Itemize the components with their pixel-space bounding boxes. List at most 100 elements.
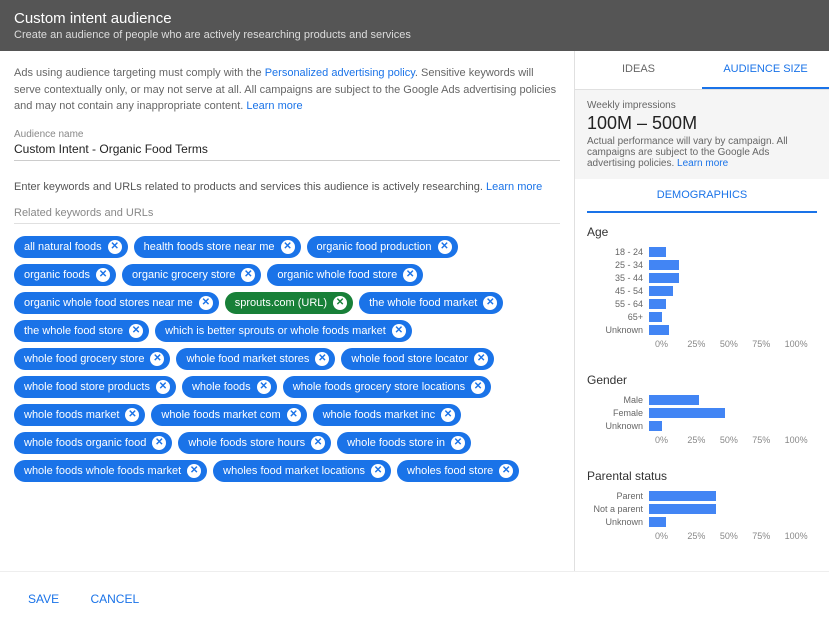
bar-row: 25 - 34 xyxy=(587,260,817,270)
keyword-chip[interactable]: organic whole food stores near me✕ xyxy=(14,292,219,314)
keyword-chip[interactable]: wholes food store ✕ xyxy=(397,460,519,482)
tab-audience-size[interactable]: AUDIENCE SIZE xyxy=(702,51,829,89)
chip-label: the whole food market xyxy=(369,297,477,309)
chart-axis: 0%25%50%75%100% xyxy=(655,435,817,445)
close-icon[interactable]: ✕ xyxy=(108,240,122,254)
close-icon[interactable]: ✕ xyxy=(152,436,166,450)
keyword-chip[interactable]: the whole food market ✕ xyxy=(359,292,503,314)
tab-ideas[interactable]: IDEAS xyxy=(575,51,702,89)
close-icon[interactable]: ✕ xyxy=(311,436,325,450)
close-icon[interactable]: ✕ xyxy=(96,268,110,282)
axis-tick: 100% xyxy=(785,531,817,541)
close-icon[interactable]: ✕ xyxy=(315,352,329,366)
chip-label: organic grocery store xyxy=(132,269,235,281)
close-icon[interactable]: ✕ xyxy=(333,296,347,310)
bar-fill xyxy=(649,517,666,527)
axis-tick: 25% xyxy=(687,435,719,445)
bar-row: 55 - 64 xyxy=(587,299,817,309)
keyword-chip[interactable]: wholes food market locations✕ xyxy=(213,460,391,482)
keyword-chip[interactable]: whole foods✕ xyxy=(182,376,277,398)
keyword-chip[interactable]: whole foods grocery store locations✕ xyxy=(283,376,491,398)
keyword-chip[interactable]: whole foods market inc ✕ xyxy=(313,404,462,426)
bar-label: 35 - 44 xyxy=(587,273,649,283)
close-icon[interactable]: ✕ xyxy=(483,296,497,310)
close-icon[interactable]: ✕ xyxy=(199,296,213,310)
axis-tick: 0% xyxy=(655,339,687,349)
keyword-chip[interactable]: the whole food store✕ xyxy=(14,320,149,342)
axis-tick: 75% xyxy=(752,435,784,445)
bar-fill xyxy=(649,395,699,405)
policy-link[interactable]: Personalized advertising policy xyxy=(265,67,415,79)
close-icon[interactable]: ✕ xyxy=(471,380,485,394)
chip-label: wholes food store xyxy=(407,465,493,477)
audience-name-label: Audience name xyxy=(14,129,560,140)
close-icon[interactable]: ✕ xyxy=(125,408,139,422)
close-icon[interactable]: ✕ xyxy=(156,380,170,394)
related-keywords-label: Related keywords and URLs xyxy=(14,207,560,224)
keyword-chip[interactable]: whole foods whole foods market✕ xyxy=(14,460,207,482)
save-button[interactable]: SAVE xyxy=(14,586,73,612)
close-icon[interactable]: ✕ xyxy=(499,464,513,478)
keyword-chip[interactable]: organic food production✕ xyxy=(307,236,458,258)
keyword-chip[interactable]: whole foods market com✕ xyxy=(151,404,306,426)
chart-section: Age18 - 2425 - 3435 - 4445 - 5455 - 6465… xyxy=(575,213,829,361)
close-icon[interactable]: ✕ xyxy=(281,240,295,254)
bar-label: Female xyxy=(587,408,649,418)
keyword-chip[interactable]: organic grocery store ✕ xyxy=(122,264,261,286)
bar-track xyxy=(649,260,817,270)
learn-more-summary-link[interactable]: Learn more xyxy=(677,158,728,169)
keyword-chip[interactable]: all natural foods✕ xyxy=(14,236,128,258)
close-icon[interactable]: ✕ xyxy=(187,464,201,478)
bar-label: Unknown xyxy=(587,421,649,431)
close-icon[interactable]: ✕ xyxy=(129,324,143,338)
bar-track xyxy=(649,247,817,257)
keywords-instruction: Enter keywords and URLs related to produ… xyxy=(14,181,560,193)
bar-track xyxy=(649,395,817,405)
bar-row: Not a parent xyxy=(587,504,817,514)
keyword-chip[interactable]: organic whole food store✕ xyxy=(267,264,423,286)
close-icon[interactable]: ✕ xyxy=(474,352,488,366)
bar-fill xyxy=(649,504,716,514)
close-icon[interactable]: ✕ xyxy=(438,240,452,254)
close-icon[interactable]: ✕ xyxy=(371,464,385,478)
close-icon[interactable]: ✕ xyxy=(257,380,271,394)
bar-row: Parent xyxy=(587,491,817,501)
close-icon[interactable]: ✕ xyxy=(403,268,417,282)
close-icon[interactable]: ✕ xyxy=(150,352,164,366)
keyword-chip[interactable]: whole foods organic food✕ xyxy=(14,432,172,454)
keyword-chip[interactable]: sprouts.com (URL)✕ xyxy=(225,292,353,314)
bar-fill xyxy=(649,299,666,309)
keyword-chip[interactable]: whole food store locator✕ xyxy=(341,348,494,370)
axis-tick: 100% xyxy=(785,435,817,445)
keyword-chip[interactable]: which is better sprouts or whole foods m… xyxy=(155,320,412,342)
keyword-chip[interactable]: whole food grocery store✕ xyxy=(14,348,170,370)
learn-more-link[interactable]: Learn more xyxy=(246,100,302,112)
keyword-chip[interactable]: whole foods store hours✕ xyxy=(178,432,331,454)
keyword-chip[interactable]: organic foods✕ xyxy=(14,264,116,286)
keyword-chip[interactable]: whole food market stores✕ xyxy=(176,348,335,370)
policy-text: Ads using audience targeting must comply… xyxy=(14,65,560,115)
chart-title: Gender xyxy=(587,373,817,387)
bar-track xyxy=(649,299,817,309)
close-icon[interactable]: ✕ xyxy=(451,436,465,450)
close-icon[interactable]: ✕ xyxy=(392,324,406,338)
bar-track xyxy=(649,312,817,322)
learn-more-keywords-link[interactable]: Learn more xyxy=(486,181,542,193)
close-icon[interactable]: ✕ xyxy=(241,268,255,282)
keyword-chip[interactable]: whole foods market✕ xyxy=(14,404,145,426)
bar-row: 35 - 44 xyxy=(587,273,817,283)
cancel-button[interactable]: CANCEL xyxy=(76,586,153,612)
keyword-chip[interactable]: health foods store near me✕ xyxy=(134,236,301,258)
keyword-chip[interactable]: whole food store products✕ xyxy=(14,376,176,398)
bar-fill xyxy=(649,312,662,322)
demographics-header[interactable]: DEMOGRAPHICS xyxy=(587,179,817,213)
keyword-chip[interactable]: whole foods store in✕ xyxy=(337,432,471,454)
close-icon[interactable]: ✕ xyxy=(441,408,455,422)
bar-row: Unknown xyxy=(587,517,817,527)
chip-label: whole foods market inc xyxy=(323,409,436,421)
audience-name-input[interactable]: Custom Intent - Organic Food Terms xyxy=(14,142,560,161)
chart-axis: 0%25%50%75%100% xyxy=(655,339,817,349)
bar-label: Unknown xyxy=(587,325,649,335)
close-icon[interactable]: ✕ xyxy=(287,408,301,422)
instruct-text: Enter keywords and URLs related to produ… xyxy=(14,181,486,193)
